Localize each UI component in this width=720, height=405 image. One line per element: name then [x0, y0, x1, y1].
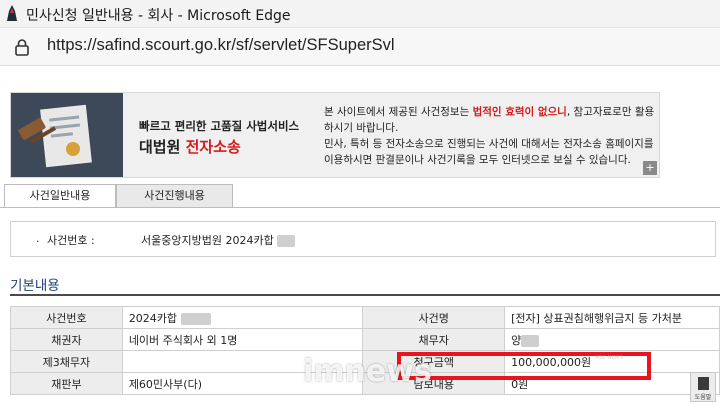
page-content: 빠르고 편리한 고품질 사법서비스 대법원 전자소송 본 사이트에서 제공된 사… — [0, 66, 720, 405]
disclaimer-notice: 본 사이트에서 제공된 사건정보는 법적인 효력이 없으니, 참고자료로만 활용… — [324, 104, 656, 168]
tab-case-general[interactable]: 사건일반내용 — [4, 184, 116, 208]
imnews-watermark: imnews — [303, 354, 432, 389]
case-no-text: 2024카합 — [128, 311, 178, 325]
gavel-document-illustration — [11, 93, 123, 177]
table-row: 채권자 네이버 주식회사 외 1명 채무자 양 — [10, 328, 720, 351]
cell-label: 채권자 — [10, 328, 123, 351]
window-title: 민사신청 일반내용 - 회사 - Microsoft Edge — [26, 8, 291, 24]
case-number-box: . 사건번호 : 서울중앙지방법원 2024카합 — [10, 221, 716, 257]
notice-part-c: 민사, 특허 등 전자소송으로 진행되는 사건에 대해서는 전자소송 홈페이지를… — [324, 138, 654, 166]
tab-divider — [0, 207, 720, 208]
redacted-block — [277, 235, 296, 247]
help-button[interactable]: 도움말 — [690, 372, 716, 402]
cell-label: 제3채무자 — [10, 350, 123, 373]
redacted-block — [180, 312, 211, 325]
cell-value: 양 — [504, 328, 720, 351]
gavel-icon — [11, 93, 123, 177]
help-label: 도움말 — [694, 394, 712, 401]
promo-tagline: 빠르고 편리한 고품질 사법서비스 — [139, 119, 300, 133]
case-number-label: 사건번호 : — [47, 234, 95, 247]
redacted-block — [521, 334, 540, 347]
cell-label: 재판부 — [10, 372, 123, 395]
notice-warning: 법적인 효력이 없으니 — [472, 106, 567, 118]
notice-part-a: 본 사이트에서 제공된 사건정보는 — [324, 106, 473, 118]
book-icon — [698, 377, 709, 390]
lock-icon[interactable] — [14, 38, 30, 56]
case-number-text: 서울중앙지방법원 2024카합 — [141, 234, 274, 247]
cell-value: 2024카합 — [121, 306, 364, 329]
cell-value: [전자] 상표권침해행위금지 등 가처분 — [504, 306, 720, 329]
table-row: 사건번호 2024카합 사건명 [전자] 상표권침해행위금지 등 가처분 — [10, 306, 720, 329]
banner-more-button[interactable]: + — [643, 161, 657, 175]
watermark-tag: MBC NEWS — [595, 355, 623, 361]
cell-label: 사건번호 — [10, 306, 123, 329]
cell-label: 채무자 — [362, 328, 506, 351]
tab-case-progress[interactable]: 사건진행내용 — [116, 184, 233, 208]
bullet: . — [36, 232, 40, 245]
url-field[interactable]: https://safind.scourt.go.kr/sf/servlet/S… — [47, 36, 395, 55]
promo-brand-accent: 전자소송 — [185, 138, 241, 156]
promo-brand-text: 대법원 — [139, 138, 186, 156]
ecourt-banner[interactable]: 빠르고 편리한 고품질 사법서비스 대법원 전자소송 본 사이트에서 제공된 사… — [10, 92, 660, 178]
section-divider — [10, 294, 720, 296]
cell-label: 사건명 — [362, 306, 506, 329]
cell-value: 네이버 주식회사 외 1명 — [121, 328, 364, 351]
debtor-text: 양 — [511, 333, 522, 347]
section-title: 기본내용 — [10, 278, 60, 294]
promo-brand: 대법원 전자소송 — [139, 136, 241, 157]
court-app-icon — [7, 5, 17, 21]
window-titlebar: 민사신청 일반내용 - 회사 - Microsoft Edge — [0, 0, 720, 28]
address-bar[interactable]: https://safind.scourt.go.kr/sf/servlet/S… — [0, 28, 720, 66]
case-number-value: 서울중앙지방법원 2024카합 — [141, 232, 296, 248]
